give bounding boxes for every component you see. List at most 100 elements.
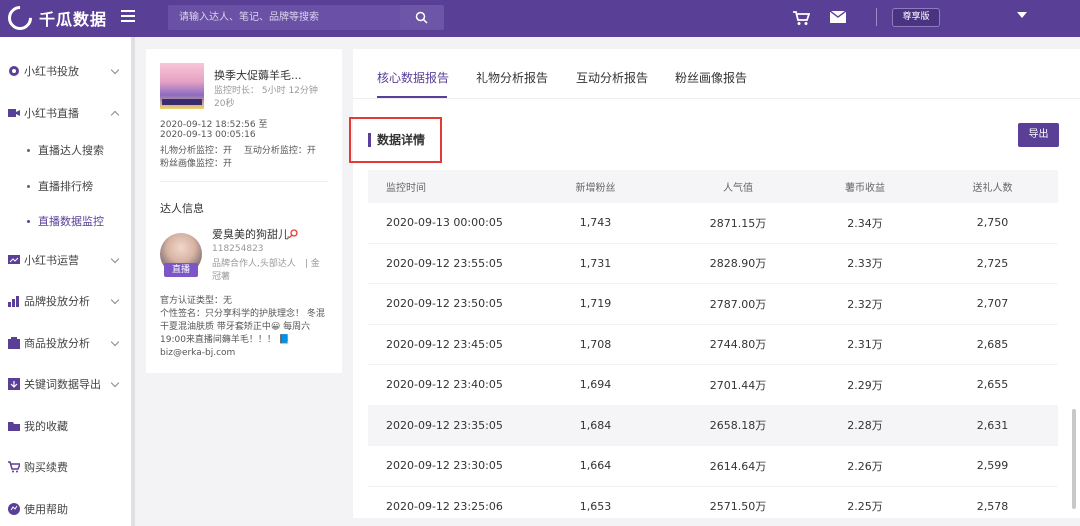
tab-core-data[interactable]: 核心数据报告 (377, 69, 449, 86)
tab-gift-analysis[interactable]: 礼物分析报告 (476, 69, 548, 86)
mail-icon[interactable] (830, 11, 846, 23)
chevron-down-icon (110, 337, 120, 347)
sidebar-item-xhs-placement[interactable]: 小红书投放 (8, 61, 126, 81)
top-bar: 千瓜数据 请输入达人、笔记、品牌等搜索 尊享版 (0, 0, 1080, 37)
cell-new-fans: 1,653 (579, 499, 612, 513)
tabs-divider (353, 98, 1080, 99)
cell-time: 2020-09-12 23:55:05 (386, 256, 503, 270)
sidebar-item-label: 小红书运营 (24, 254, 79, 267)
search-input[interactable]: 请输入达人、笔记、品牌等搜索 (168, 5, 400, 30)
chevron-down-icon (110, 378, 120, 388)
export-icon (8, 378, 20, 390)
goods-icon (8, 337, 20, 349)
sidebar-item-brand-analysis[interactable]: 品牌投放分析 (8, 291, 126, 311)
cell-coin-income: 2.29万 (847, 378, 883, 392)
column-header[interactable]: 新增粉丝 (518, 179, 673, 194)
sidebar-item-help[interactable]: 使用帮助 (8, 499, 126, 519)
cell-coin-income: 2.26万 (847, 459, 883, 473)
sidebar-sub-live-monitor[interactable]: 直播数据监控 (27, 211, 104, 231)
column-header[interactable]: 人气值 (673, 179, 803, 194)
tab-interaction-analysis[interactable]: 互动分析报告 (576, 69, 648, 86)
export-button[interactable]: 导出 (1018, 123, 1059, 147)
cell-popularity: 2744.80万 (709, 338, 767, 352)
cell-coin-income: 2.32万 (847, 297, 883, 311)
sidebar-item-goods-analysis[interactable]: 商品投放分析 (8, 333, 126, 353)
cart-icon (8, 461, 20, 473)
table-row[interactable]: 2020-09-12 23:30:05 1,664 2614.64万 2.26万… (368, 446, 1058, 487)
cell-coin-income: 2.31万 (847, 338, 883, 352)
sidebar-scrollbar[interactable] (131, 37, 135, 526)
search-button[interactable] (400, 5, 444, 30)
chevron-up-icon (110, 110, 120, 120)
table-header: 监控时间 新增粉丝 人气值 薯币收益 送礼人数 (368, 170, 1058, 203)
bullet-icon (27, 219, 30, 223)
table-row[interactable]: 2020-09-12 23:35:05 1,684 2658.18万 2.28万… (368, 405, 1058, 446)
user-menu-caret-icon[interactable] (1017, 12, 1027, 18)
live-info-card: 换季大促薅羊毛... 监控时长： 5小时 12分钟 20秒 2020-09-12… (146, 49, 342, 373)
sidebar-item-label: 使用帮助 (24, 503, 68, 516)
cell-new-fans: 1,664 (579, 459, 612, 473)
section-header: 数据详情 (368, 131, 425, 148)
sidebar-item-label: 我的收藏 (24, 420, 68, 433)
monitor-status-line: 粉丝画像监控：开 (160, 159, 233, 169)
table-row[interactable]: 2020-09-13 00:00:05 1,743 2871.15万 2.34万… (368, 203, 1058, 244)
pin-icon (289, 229, 298, 238)
table-row[interactable]: 2020-09-12 23:50:05 1,719 2787.00万 2.32万… (368, 284, 1058, 325)
live-title[interactable]: 换季大促薅羊毛... (214, 67, 302, 83)
sidebar-sub-label: 直播数据监控 (38, 215, 104, 228)
main-panel: 核心数据报告 礼物分析报告 互动分析报告 粉丝画像报告 数据详情 导出 监控时间… (349, 49, 1080, 518)
card-divider (160, 181, 328, 182)
cell-popularity: 2828.90万 (709, 257, 767, 271)
table-row[interactable]: 2020-09-12 23:55:05 1,731 2828.90万 2.33万… (368, 244, 1058, 284)
monitor-status-line: 礼物分析监控：开 互动分析监控：开 (160, 146, 316, 156)
header-divider (876, 8, 877, 26)
cell-popularity: 2614.64万 (709, 459, 767, 473)
table-scrollbar[interactable] (1072, 409, 1076, 509)
sidebar-item-xhs-live[interactable]: 小红书直播 (8, 103, 126, 123)
cell-gift-givers: 2,631 (976, 418, 1009, 432)
cell-new-fans: 1,743 (579, 216, 612, 230)
app-logo[interactable]: 千瓜数据 (3, 1, 107, 35)
menu-toggle-icon[interactable] (121, 10, 135, 26)
cell-gift-givers: 2,750 (976, 216, 1009, 230)
cell-time: 2020-09-12 23:50:05 (386, 297, 503, 311)
cell-gift-givers: 2,685 (976, 337, 1009, 351)
table-row[interactable]: 2020-09-12 23:45:05 1,708 2744.80万 2.31万… (368, 325, 1058, 365)
sidebar-sub-live-search[interactable]: 直播达人搜索 (27, 140, 104, 160)
cell-coin-income: 2.28万 (847, 419, 883, 433)
talent-section-title: 达人信息 (160, 202, 204, 215)
column-header[interactable]: 薯币收益 (803, 179, 927, 194)
table-row[interactable]: 2020-09-12 23:25:06 1,653 2571.50万 2.25万… (368, 487, 1058, 526)
cell-time: 2020-09-12 23:30:05 (386, 459, 503, 473)
video-icon (8, 109, 20, 117)
vip-badge[interactable]: 尊享版 (892, 8, 940, 27)
rocket-icon (9, 66, 19, 76)
sidebar-item-keyword-export[interactable]: 关键词数据导出 (8, 374, 126, 394)
cell-time: 2020-09-13 00:00:05 (386, 216, 503, 230)
help-icon (8, 503, 20, 515)
sidebar-item-renew[interactable]: 购买续费 (8, 457, 126, 477)
table-row[interactable]: 2020-09-12 23:40:05 1,694 2701.44万 2.29万… (368, 365, 1058, 406)
chart-board-icon (8, 255, 20, 264)
search-icon (415, 11, 428, 24)
monitor-start-time: 2020-09-12 18:52:56 至 (160, 120, 268, 130)
cell-gift-givers: 2,707 (976, 297, 1009, 311)
column-header[interactable]: 送礼人数 (927, 179, 1058, 194)
cell-new-fans: 1,731 (579, 256, 612, 270)
sidebar-sub-live-ranking[interactable]: 直播排行榜 (27, 176, 93, 196)
logo-icon (3, 1, 37, 35)
section-title: 数据详情 (377, 133, 426, 147)
sidebar-item-xhs-operation[interactable]: 小红书运营 (8, 250, 126, 270)
live-cover-thumbnail[interactable] (160, 63, 204, 109)
tab-fan-profile[interactable]: 粉丝画像报告 (675, 69, 747, 86)
talent-name[interactable]: 爱臭美的狗甜儿 (212, 226, 289, 242)
section-accent-bar (368, 132, 371, 147)
sidebar-item-favorites[interactable]: 我的收藏 (8, 416, 126, 436)
cell-popularity: 2787.00万 (709, 297, 767, 311)
sidebar-item-label: 商品投放分析 (24, 337, 90, 350)
cell-new-fans: 1,684 (579, 418, 612, 432)
cart-icon[interactable] (792, 10, 810, 26)
cell-gift-givers: 2,599 (976, 459, 1009, 473)
column-header[interactable]: 监控时间 (368, 179, 518, 194)
sidebar-item-label: 品牌投放分析 (24, 295, 90, 308)
